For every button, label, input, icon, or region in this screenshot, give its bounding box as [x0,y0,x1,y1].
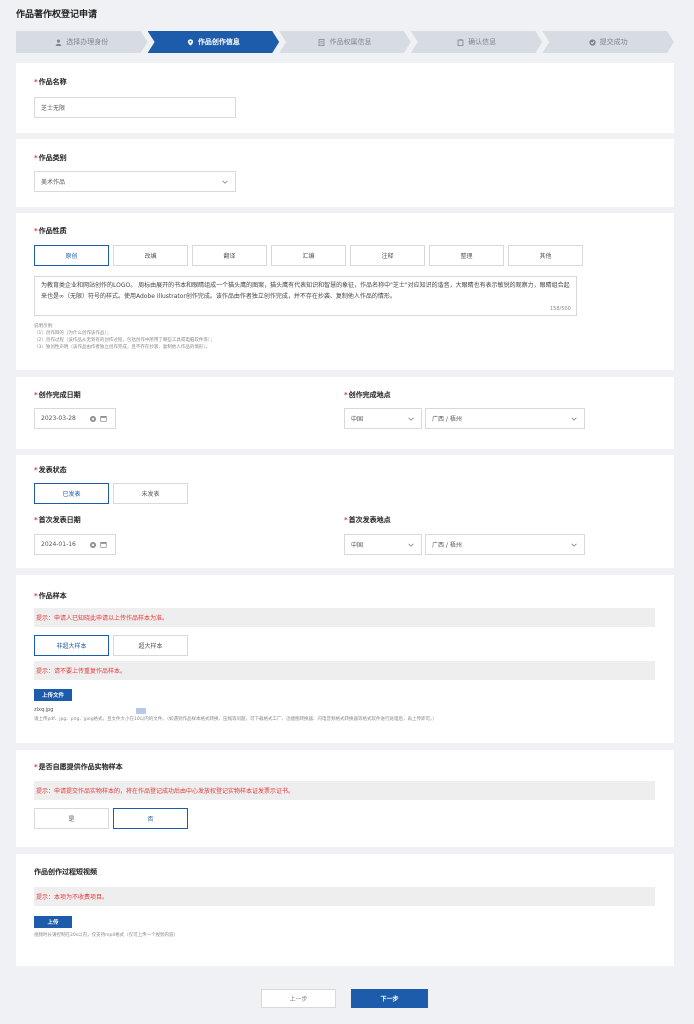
step-label: 作品创作信息 [197,38,240,46]
person-icon [55,39,62,46]
progress-steps: 选择办理身份 作品创作信息 作品权属信息 确认信息 提交成功 [16,31,674,53]
step-submit-success[interactable]: 提交成功 [542,31,674,53]
work-sample-section: 作品样本 提示：申请人已知晓此申请以上传作品样本为准。 非超大样本 超大样本 提… [16,575,674,743]
completion-date-value: 2023-03-28 [41,415,76,422]
publish-section: 发表状态 已发表 未发表 首次发表日期 2024-01-16 首次发表地点 中国… [16,455,674,568]
publish-country-value: 中国 [351,542,364,549]
description-text: 为教育类企业和网站创作的LOGO。 周标由展开的书本和眼睛组成一个猫头鹰的图案，… [41,282,570,300]
help-line: （3）独创性声明（该作品由作者独立创作完成，且不存在抄袭、复制他人作品的情形）。 [34,345,211,350]
prev-step-button[interactable]: 上一步 [261,989,336,1008]
page-title: 作品著作权登记申请 [16,10,98,20]
clear-icon[interactable] [90,415,96,422]
work-name-value: 芝士无限 [41,105,66,112]
video-tip: 提示：本项为不收费项目。 [34,887,655,906]
step-label: 作品权属信息 [329,38,372,46]
upload-hint: 请上传pdf、jpg、png、jpeg格式，且文件大小在10以内的文件。（如遇到… [34,717,437,722]
clipboard-icon [457,39,464,46]
video-hint: 视频时长请控制在20s以内，仅支持mp4格式（仅可上传一个视频内容） [34,933,179,938]
step-select-identity[interactable]: 选择办理身份 [16,31,148,53]
calendar-icon[interactable] [100,415,107,422]
chevron-down-icon [408,417,414,421]
completion-region-value: 广西 / 梧州 [432,416,462,423]
help-text: 说明示例: （1）创作目的（为什么创作该作品）； （2）创作过程（该作品从无到有… [34,323,215,351]
file-thumbnail[interactable] [136,708,146,714]
nature-option-arrange[interactable]: 整理 [429,245,504,266]
nature-option-other[interactable]: 其他 [508,245,583,266]
work-category-value: 美术作品 [41,179,66,186]
step-label: 确认信息 [468,38,497,46]
nature-option-annotate[interactable]: 注释 [350,245,425,266]
work-name-input[interactable]: 芝士无限 [34,97,236,118]
completion-country-value: 中国 [351,416,364,423]
publish-country-select[interactable]: 中国 [344,534,422,555]
chevron-down-icon [571,543,577,547]
video-section: 作品创作过程短视频 提示：本项为不收费项目。 上传 视频时长请控制在20s以内，… [16,854,674,966]
physical-sample-label: 是否自愿提供作品实物样本 [34,762,123,772]
physical-option-yes[interactable]: 是 [34,808,109,829]
work-name-section: 作品名称 芝士无限 [16,63,674,133]
first-publish-date-label: 首次发表日期 [34,515,81,525]
document-icon [318,39,325,46]
publish-option-unpublished[interactable]: 未发表 [113,483,188,504]
nature-option-original[interactable]: 原创 [34,245,109,266]
sample-option-normal[interactable]: 非超大样本 [34,635,109,656]
completion-place-label: 创作完成地点 [344,390,391,400]
completion-date-label: 创作完成日期 [34,390,81,400]
publish-option-published[interactable]: 已发表 [34,483,109,504]
nature-option-adapt[interactable]: 改编 [113,245,188,266]
completion-country-select[interactable]: 中国 [344,408,422,429]
work-category-section: 作品类别 美术作品 [16,139,674,207]
next-step-button[interactable]: 下一步 [351,989,428,1008]
completion-date-picker[interactable]: 2023-03-28 [34,408,116,429]
step-creation-info[interactable]: 作品创作信息 [148,31,280,53]
video-label: 作品创作过程短视频 [34,868,97,876]
help-line: （2）创作过程（该作品从无到有的创作过程，包括创作中所用了哪些工具或电脑软件等）… [34,338,215,343]
publish-status-label: 发表状态 [34,465,67,475]
nature-option-translate[interactable]: 翻译 [192,245,267,266]
chevron-down-icon [408,543,414,547]
work-nature-label: 作品性质 [34,226,67,236]
upload-video-button[interactable]: 上传 [34,916,72,928]
duplicate-tip: 提示：请不要上传重复作品样本。 [34,661,655,680]
check-circle-icon [589,39,596,46]
step-ownership-info[interactable]: 作品权属信息 [279,31,411,53]
char-count: 158/500 [550,306,571,312]
publish-region-value: 广西 / 梧州 [432,542,462,549]
work-nature-section: 作品性质 原创 改编 翻译 汇编 注释 整理 其他 为教育类企业和网站创作的LO… [16,213,674,370]
physical-option-no[interactable]: 否 [113,808,188,829]
first-publish-place-label: 首次发表地点 [344,515,391,525]
help-line: （1）创作目的（为什么创作该作品）； [34,331,112,336]
physical-sample-section: 是否自愿提供作品实物样本 提示：申请提交作品实物样本的，将在作品登记成功后由中心… [16,750,674,847]
completion-region-select[interactable]: 广西 / 梧州 [425,408,585,429]
first-publish-date-value: 2024-01-16 [41,541,76,548]
chevron-down-icon [571,417,577,421]
work-nature-description[interactable]: 为教育类企业和网站创作的LOGO。 周标由展开的书本和眼睛组成一个猫头鹰的图案，… [34,276,577,316]
location-pin-icon [187,39,194,46]
physical-sample-tip: 提示：申请提交作品实物样本的，将在作品登记成功后由中心发放权登记实物样本证发票示… [34,781,655,800]
calendar-icon[interactable] [100,541,107,548]
step-label: 提交成功 [599,38,628,46]
chevron-down-icon [222,180,228,184]
upload-file-button[interactable]: 上传文件 [34,689,72,701]
work-category-select[interactable]: 美术作品 [34,171,236,192]
clear-icon[interactable] [90,541,96,548]
work-sample-label: 作品样本 [34,591,67,601]
work-category-label: 作品类别 [34,153,67,163]
completion-section: 创作完成日期 2023-03-28 创作完成地点 中国 广西 / 梧州 [16,377,674,449]
step-label: 选择办理身份 [66,38,109,46]
uploaded-file-name[interactable]: zlxq.jpg [34,706,53,715]
step-confirm-info[interactable]: 确认信息 [411,31,543,53]
help-title: 说明示例: [34,324,54,329]
nature-option-compile[interactable]: 汇编 [271,245,346,266]
sample-option-oversize[interactable]: 超大样本 [113,635,188,656]
sample-tip: 提示：申请人已知晓此申请以上传作品样本为准。 [34,608,655,627]
work-name-label: 作品名称 [34,77,67,87]
publish-region-select[interactable]: 广西 / 梧州 [425,534,585,555]
first-publish-date-picker[interactable]: 2024-01-16 [34,534,116,555]
